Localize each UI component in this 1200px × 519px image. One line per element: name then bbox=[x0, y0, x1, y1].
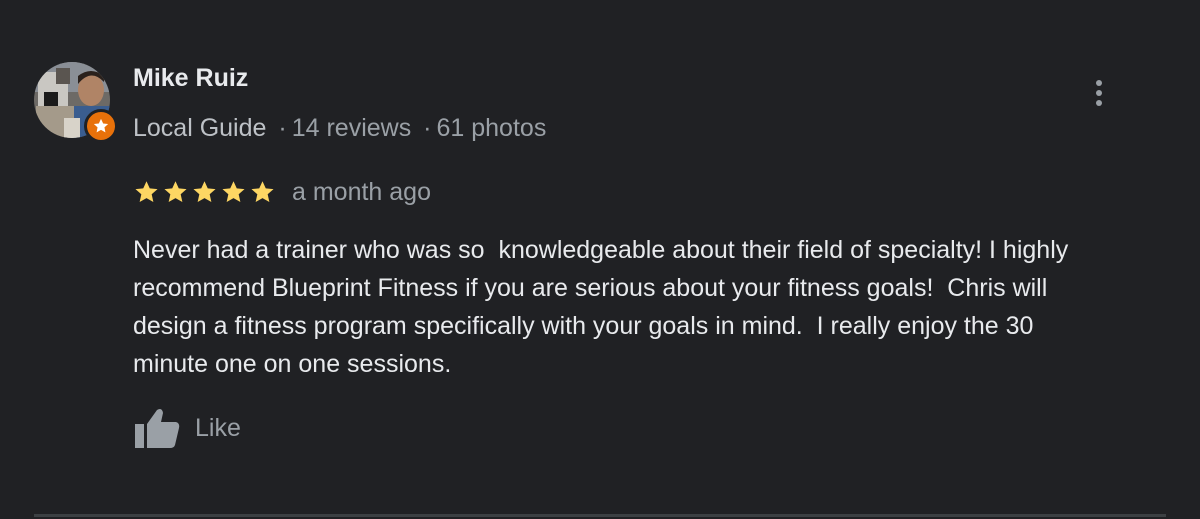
meta-separator: · bbox=[278, 114, 287, 142]
reviewer-meta: Local Guide · 14 reviews · 61 photos bbox=[133, 114, 546, 143]
star-rating bbox=[133, 179, 276, 206]
review-date: a month ago bbox=[292, 177, 431, 206]
review-count: 14 reviews bbox=[291, 114, 412, 142]
more-vertical-icon bbox=[1096, 90, 1102, 96]
rating-row: a month ago bbox=[133, 176, 431, 208]
more-options-button[interactable] bbox=[1084, 74, 1114, 112]
star-icon bbox=[251, 180, 274, 202]
more-vertical-icon bbox=[1096, 80, 1102, 86]
meta-separator: · bbox=[423, 114, 432, 142]
reviewer-name[interactable]: Mike Ruiz bbox=[133, 64, 248, 93]
star-icon bbox=[135, 180, 158, 202]
star-icon bbox=[164, 180, 187, 202]
star-icon bbox=[193, 180, 216, 202]
more-vertical-icon bbox=[1096, 100, 1102, 106]
local-guide-badge bbox=[84, 109, 118, 143]
review-text: Never had a trainer who was so knowledge… bbox=[133, 236, 1069, 378]
like-button[interactable]: Like bbox=[133, 404, 241, 452]
divider bbox=[34, 514, 1166, 517]
like-label: Like bbox=[195, 413, 241, 442]
photo-count: 61 photos bbox=[436, 114, 547, 142]
thumbs-up-icon bbox=[135, 409, 180, 448]
reviewer-level: Local Guide bbox=[133, 114, 267, 142]
local-guide-star-icon bbox=[93, 118, 109, 133]
review-card: Mike Ruiz Local Guide · 14 reviews · 61 ph… bbox=[0, 0, 1200, 519]
star-icon bbox=[222, 180, 245, 202]
reviewer-avatar-container[interactable] bbox=[34, 62, 118, 143]
